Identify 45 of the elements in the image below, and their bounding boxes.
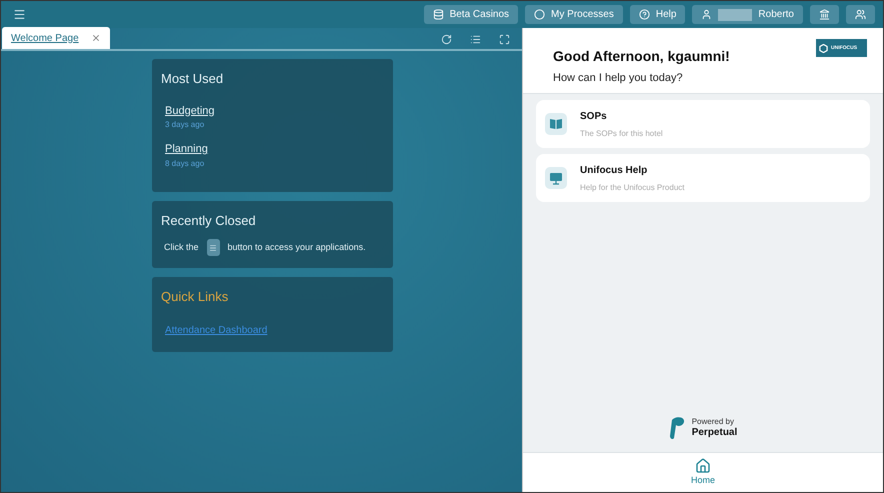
toolbar-button[interactable]: Roberto	[692, 5, 803, 24]
last-used-time: 3 days ago	[165, 119, 204, 131]
quick-link[interactable]: Attendance Dashboard	[165, 322, 384, 338]
greeting: Good Afternoon, kgaumni!	[553, 47, 730, 66]
toolbar-button[interactable]: My Processes	[525, 5, 623, 24]
card-title: Most Used	[161, 70, 224, 88]
option-description: The SOPs for this hotel	[580, 128, 663, 140]
help-icon	[638, 9, 650, 20]
hint-text: Click the	[164, 240, 199, 254]
bank-icon	[819, 9, 830, 20]
monitor-icon	[549, 172, 563, 184]
user-icon	[701, 9, 712, 20]
book-icon	[549, 118, 563, 130]
close-icon[interactable]	[90, 33, 101, 43]
option-title: SOPs	[580, 110, 608, 124]
menu-button-icon	[206, 239, 220, 256]
circle-icon	[534, 9, 546, 20]
toolbar-icon-button[interactable]	[810, 5, 839, 24]
toolbar-button[interactable]: Help	[630, 5, 686, 24]
assistant-option-card[interactable]: SOPs The SOPs for this hotel	[536, 100, 870, 148]
assistant-option-card[interactable]: Unifocus Help Help for the Unifocus Product	[536, 154, 870, 202]
option-description: Help for the Unifocus Product	[580, 182, 684, 194]
card-title: Recently Closed	[161, 212, 257, 230]
redacted-name	[718, 8, 752, 20]
home-icon	[694, 458, 711, 474]
menu-icon[interactable]	[13, 8, 26, 21]
option-title: Unifocus Help	[580, 164, 648, 178]
tab[interactable]: Welcome Page	[2, 27, 110, 49]
refresh-icon[interactable]	[441, 34, 452, 45]
app-link[interactable]: Budgeting	[165, 102, 215, 119]
hexagon-logo-icon	[819, 44, 828, 52]
hint-text: button to access your applications.	[228, 240, 366, 254]
brand-name: Perpetual	[692, 426, 738, 440]
powered-by-text: Powered by	[692, 416, 735, 427]
subtitle: How can I help you today?	[553, 71, 684, 86]
toolbar-icon-button[interactable]	[846, 5, 875, 24]
nav-tab[interactable]: Home	[690, 453, 715, 492]
perpetual-logo-icon	[668, 416, 685, 440]
fullscreen-icon[interactable]	[499, 34, 510, 45]
app-link[interactable]: Planning	[165, 141, 208, 158]
toolbar-button[interactable]: Beta Casinos	[424, 5, 518, 24]
last-used-time: 8 days ago	[165, 158, 204, 170]
people-icon	[855, 9, 866, 20]
list-icon[interactable]	[470, 34, 481, 45]
card-title: Quick Links	[161, 288, 230, 306]
